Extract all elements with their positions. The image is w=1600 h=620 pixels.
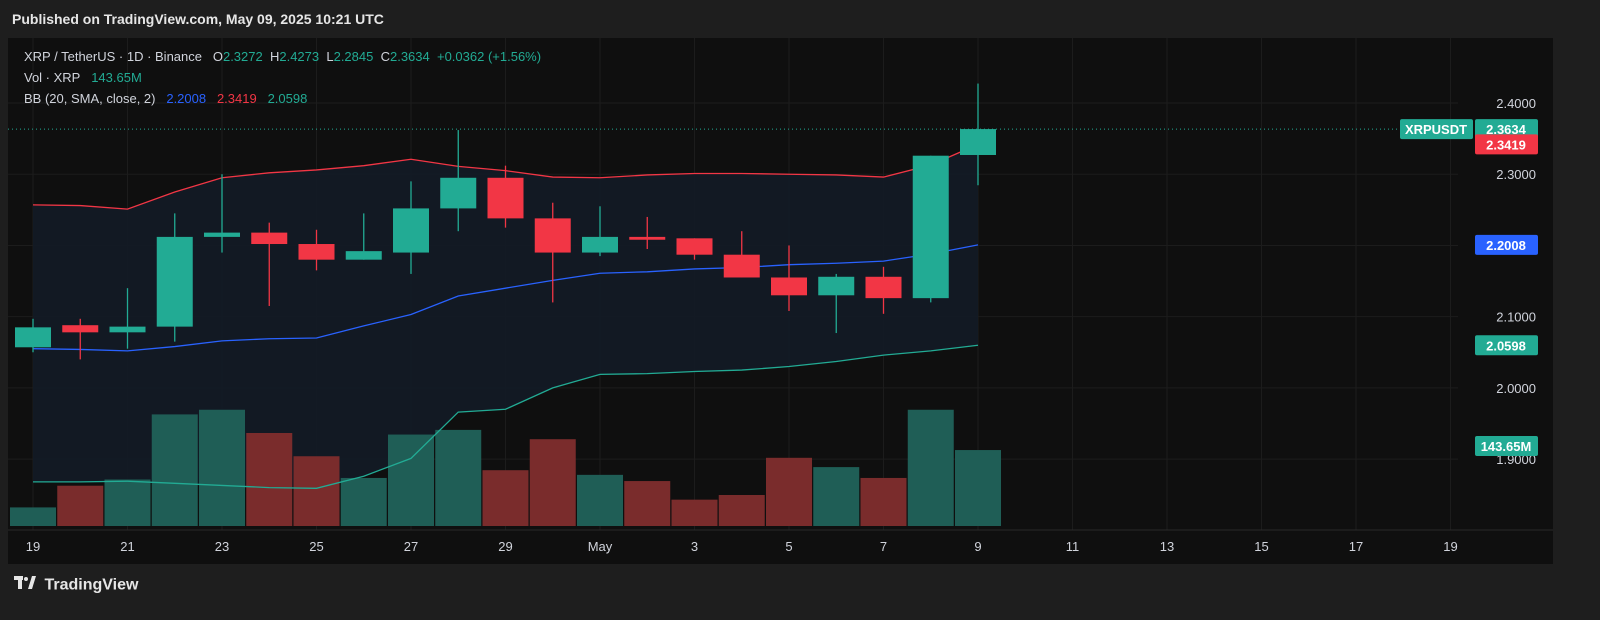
x-tick-label: May [588, 539, 613, 554]
x-tick-label: 13 [1160, 539, 1174, 554]
candle-body [582, 236, 618, 253]
y-tick-label: 2.4000 [1496, 96, 1536, 111]
volume-badge: 143.65M [1481, 439, 1532, 454]
x-tick-label: 23 [215, 539, 229, 554]
footer: TradingView [14, 576, 138, 595]
volume-bar [766, 457, 812, 526]
published-caption: Published on TradingView.com, May 09, 20… [12, 11, 384, 27]
low-value: 2.2845 [333, 49, 374, 64]
candle-body [960, 129, 996, 155]
candlestick-chart[interactable]: 2.40002.30002.20002.10002.00001.90001921… [8, 38, 1553, 564]
x-tick-label: 7 [880, 539, 887, 554]
bb-upper-value: 2.3419 [216, 91, 257, 106]
x-tick-label: 11 [1066, 539, 1080, 554]
candle-body [156, 236, 193, 327]
volume-bar [860, 477, 907, 526]
volume-bar [482, 470, 529, 526]
close-value: 2.3634 [389, 49, 430, 64]
candle-body [251, 232, 288, 245]
volume-bar [199, 409, 245, 526]
volume-bar [435, 429, 482, 526]
close-label: C [380, 49, 390, 64]
candle-body [771, 277, 807, 296]
x-tick-label: 9 [974, 539, 981, 554]
volume-bar [529, 439, 576, 526]
volume-bar [955, 450, 1001, 526]
volume-value: 143.65M [91, 70, 142, 85]
bb-label: BB (20, SMA, close, 2) [24, 91, 156, 106]
bb-lower-value: 2.0598 [267, 91, 308, 106]
candle-body [62, 325, 99, 333]
symbol-label[interactable]: XRP / TetherUS · 1D · Binance [24, 49, 202, 64]
y-tick-label: 2.3000 [1496, 167, 1536, 182]
x-tick-label: 29 [498, 539, 512, 554]
volume-bar [10, 507, 56, 526]
x-tick-label: 17 [1349, 539, 1363, 554]
volume-bar [718, 495, 765, 526]
x-tick-label: 21 [120, 539, 134, 554]
candle-body [723, 254, 760, 278]
y-tick-label: 2.1000 [1496, 310, 1536, 325]
tradingview-logo-icon[interactable] [14, 576, 36, 595]
candle-body [487, 177, 524, 219]
volume-bar [388, 434, 434, 526]
x-tick-label: 19 [26, 539, 40, 554]
chart-panel[interactable]: 2.40002.30002.20002.10002.00001.90001921… [8, 38, 1553, 564]
high-label: H [269, 49, 280, 64]
volume-bar [907, 409, 954, 526]
open-label: O [212, 49, 223, 64]
candle-body [629, 236, 666, 240]
volume-bar [813, 467, 860, 526]
volume-bar [624, 481, 671, 526]
x-tick-label: 19 [1443, 539, 1457, 554]
x-tick-label: 5 [785, 539, 792, 554]
high-value: 2.4273 [279, 49, 320, 64]
candle-body [15, 327, 51, 348]
legend-volume-row[interactable]: Vol · XRP 143.65M [24, 67, 541, 88]
low-label: L [326, 49, 334, 64]
candle-body [676, 238, 713, 255]
volume-bar [340, 477, 387, 526]
candle-body [109, 326, 146, 333]
top-bar: Published on TradingView.com, May 09, 20… [0, 0, 1600, 38]
volume-bar [293, 456, 340, 526]
x-tick-label: 25 [309, 539, 323, 554]
change-value: +0.0362 (+1.56%) [436, 49, 542, 64]
x-tick-label: 27 [404, 539, 418, 554]
candle-body [865, 276, 902, 299]
legend-bb-row[interactable]: BB (20, SMA, close, 2) 2.2008 2.3419 2.0… [24, 88, 541, 109]
bb-basis-badge: 2.2008 [1486, 238, 1526, 253]
candle-body [204, 232, 240, 237]
candle-body [534, 218, 571, 253]
volume-bar [57, 485, 104, 526]
x-tick-label: 3 [691, 539, 698, 554]
volume-bar [151, 414, 198, 526]
volume-bar [246, 433, 293, 526]
chart-legend: XRP / TetherUS · 1D · Binance O2.3272 H2… [24, 46, 541, 109]
bb-upper-badge: 2.3419 [1486, 137, 1526, 152]
x-tick-label: 15 [1254, 539, 1268, 554]
legend-ohlc-row[interactable]: XRP / TetherUS · 1D · Binance O2.3272 H2… [24, 46, 541, 67]
footer-brand[interactable]: TradingView [44, 577, 138, 594]
volume-bar [577, 474, 623, 526]
bb-basis-value: 2.2008 [166, 91, 207, 106]
candle-body [393, 208, 429, 253]
open-value: 2.3272 [222, 49, 263, 64]
candle-body [345, 251, 382, 260]
symbol-badge: XRPUSDT [1405, 122, 1467, 137]
bb-lower-badge: 2.0598 [1486, 338, 1526, 353]
candle-body [298, 244, 335, 260]
candle-body [818, 276, 855, 296]
volume-bar [104, 479, 151, 526]
candle-body [440, 177, 477, 209]
volume-label: Vol · XRP [24, 70, 81, 85]
candle-body [912, 155, 949, 299]
volume-bar [671, 499, 718, 526]
y-tick-label: 2.0000 [1496, 381, 1536, 396]
